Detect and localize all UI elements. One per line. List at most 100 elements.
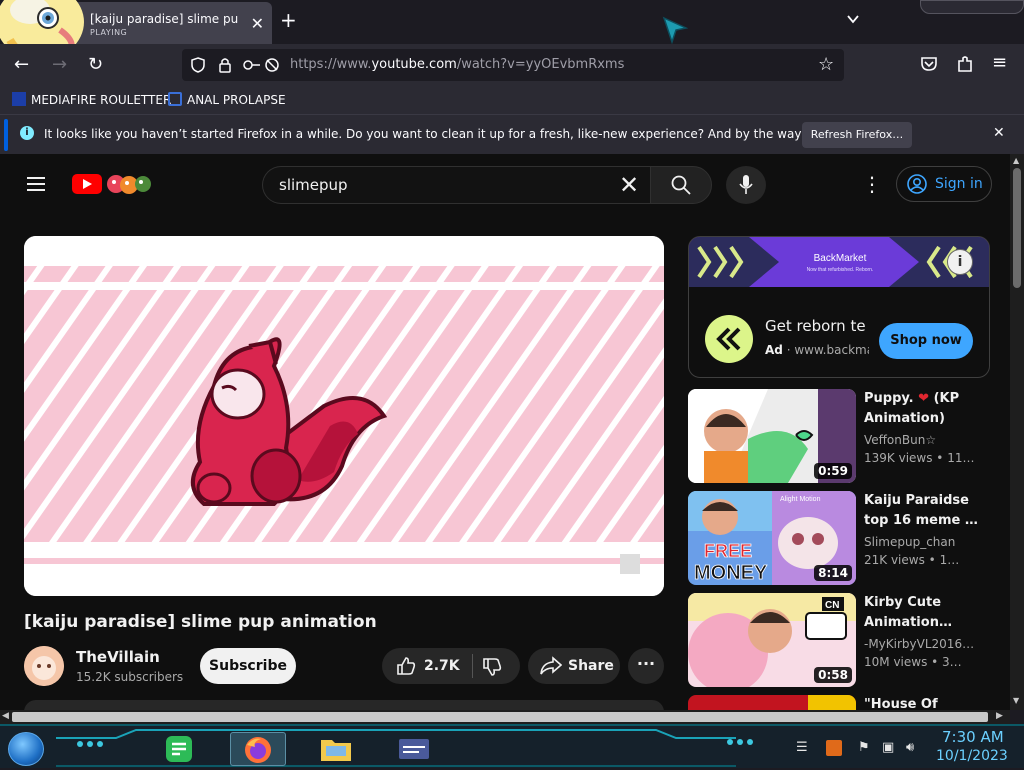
youtube-logo[interactable] bbox=[72, 174, 102, 194]
recommendation-title[interactable]: Kirby Cute Animation… bbox=[864, 593, 984, 633]
taskbar-app-notes[interactable] bbox=[152, 732, 208, 766]
search-button[interactable] bbox=[650, 166, 712, 204]
thumbnail-image bbox=[688, 695, 856, 710]
lock-icon[interactable] bbox=[218, 56, 232, 74]
youtube-doodle-logo[interactable] bbox=[106, 170, 154, 196]
account-icon bbox=[907, 174, 927, 194]
action-center-flag-icon[interactable]: ⚑ bbox=[858, 740, 870, 755]
voice-search-button[interactable] bbox=[726, 166, 766, 204]
scroll-up-arrow-icon[interactable]: ▲ bbox=[1013, 156, 1019, 165]
hamburger-menu-icon[interactable]: ≡ bbox=[992, 52, 1007, 73]
recommendation-channel[interactable]: -MyKirbyVL2016… bbox=[864, 637, 990, 651]
recommendation-thumbnail[interactable] bbox=[688, 695, 856, 710]
list-all-tabs-icon[interactable] bbox=[846, 12, 860, 26]
new-tab-button[interactable]: + bbox=[280, 8, 297, 32]
horizontal-scroll-thumb[interactable] bbox=[12, 712, 988, 722]
network-icon[interactable]: ▣ bbox=[882, 740, 894, 755]
more-actions-icon[interactable]: ··· bbox=[628, 648, 664, 684]
watermark-avatar bbox=[620, 554, 640, 574]
tray-app-icon[interactable] bbox=[826, 740, 842, 756]
bookmark-label: ANAL PROLAPSE bbox=[187, 93, 286, 107]
settings-kebab-icon[interactable]: ⋮ bbox=[862, 172, 882, 196]
scroll-left-arrow-icon[interactable]: ◀ bbox=[2, 711, 9, 721]
like-thumbs-up-icon[interactable] bbox=[396, 656, 416, 676]
channel-name[interactable]: TheVillain bbox=[76, 648, 160, 666]
ad-domain: www.backmarket.com bbox=[794, 343, 869, 357]
thumbnail-label: Alight Motion bbox=[780, 496, 821, 503]
recommendation-title[interactable]: "House Of bbox=[864, 695, 984, 710]
title-text: Kaiju Paraidse bbox=[864, 493, 969, 508]
ad-meta: Ad · www.backmarket.com bbox=[765, 343, 869, 357]
refresh-firefox-button[interactable]: Refresh Firefox… bbox=[802, 122, 912, 148]
view-count: 21K views bbox=[864, 553, 925, 567]
recommendation-thumbnail[interactable]: 0:59 bbox=[688, 389, 856, 483]
clock-time[interactable]: 7:30 AM bbox=[942, 728, 1004, 746]
recommendation-title[interactable]: Puppy. ❤ (KP Animation) bbox=[864, 389, 984, 429]
view-count: 139K views bbox=[864, 451, 933, 465]
recommendation-thumbnail[interactable]: Alight Motion FREE MONEY 8:14 bbox=[688, 491, 856, 585]
firefox-icon bbox=[245, 737, 271, 763]
scroll-right-arrow-icon[interactable]: ▶ bbox=[996, 711, 1003, 721]
recommendation-channel[interactable]: Slimepup_chan bbox=[864, 535, 990, 549]
recommendation-item[interactable]: "House Of bbox=[688, 695, 990, 710]
video-player[interactable] bbox=[24, 236, 664, 596]
youtube-guide-menu-icon[interactable] bbox=[26, 176, 46, 192]
horizontal-scrollbar[interactable]: ◀ ▶ bbox=[0, 710, 1010, 724]
description-box[interactable] bbox=[24, 700, 664, 710]
recommendation-item[interactable]: CN 0:58 Kirby Cute Animation… -MyKirbyVL2… bbox=[688, 593, 990, 687]
recommendation-thumbnail[interactable]: CN 0:58 bbox=[688, 593, 856, 687]
taskbar-app-window[interactable] bbox=[386, 732, 442, 766]
permissions-autoplay-icon[interactable] bbox=[242, 57, 282, 73]
bookmark-second[interactable]: ANAL PROLAPSE bbox=[168, 92, 286, 107]
ad-card[interactable]: BackMarket Now that refurbished. Reborn.… bbox=[688, 236, 990, 378]
scroll-down-arrow-icon[interactable]: ▼ bbox=[1013, 696, 1019, 705]
recommendation-item[interactable]: 0:59 Puppy. ❤ (KP Animation) VeffonBun☆ 1… bbox=[688, 389, 990, 483]
pocket-icon[interactable] bbox=[920, 56, 938, 72]
channel-avatar[interactable] bbox=[24, 646, 64, 686]
volume-icon[interactable]: 🔊︎ bbox=[906, 740, 914, 755]
bookmark-star-icon[interactable]: ☆ bbox=[818, 54, 834, 75]
taskbar: ☰ ⚑ ▣ 🔊︎ 7:30 AM 10/1/2023 bbox=[0, 724, 1024, 768]
forward-arrow-icon[interactable]: → bbox=[52, 54, 67, 75]
green-notes-app-icon bbox=[166, 736, 192, 762]
recommendation-title[interactable]: Kaiju Paraidse top 16 meme … bbox=[864, 491, 984, 531]
like-dislike-group: 2.7K bbox=[382, 648, 520, 684]
recommendation-item[interactable]: Alight Motion FREE MONEY 8:14 Kaiju Para… bbox=[688, 491, 990, 585]
video-frame-slime-pup bbox=[24, 236, 664, 596]
notification-bar: i It looks like you haven’t started Fire… bbox=[0, 114, 1024, 154]
taskbar-app-firefox[interactable] bbox=[230, 732, 286, 766]
subscribe-button[interactable]: Subscribe bbox=[200, 648, 296, 684]
ad-headline[interactable]: Get reborn tech bbox=[765, 317, 865, 335]
vertical-scrollbar[interactable]: ▲ ▼ bbox=[1010, 154, 1024, 710]
url-bar[interactable]: https://www.youtube.com/watch?v=yyOEvbmR… bbox=[182, 49, 844, 81]
bookmark-mediafire[interactable]: MEDIAFIRE ROULETTER bbox=[12, 92, 171, 107]
tray-network-lines-icon[interactable]: ☰ bbox=[796, 740, 808, 755]
video-duration: 0:58 bbox=[814, 667, 852, 683]
share-button[interactable]: Share bbox=[528, 648, 620, 684]
bookmark-favicon-icon bbox=[168, 92, 182, 106]
notification-close-icon[interactable]: ✕ bbox=[993, 125, 1005, 141]
ad-info-icon[interactable]: i bbox=[947, 249, 973, 275]
clock-date[interactable]: 10/1/2023 bbox=[936, 748, 1008, 764]
clear-search-icon[interactable]: ✕ bbox=[619, 171, 639, 199]
back-arrow-icon[interactable]: ← bbox=[14, 54, 29, 75]
start-button[interactable] bbox=[8, 732, 44, 766]
vertical-scroll-thumb[interactable] bbox=[1013, 168, 1021, 288]
reload-icon[interactable]: ↻ bbox=[88, 54, 103, 75]
tab-close-icon[interactable]: ✕ bbox=[251, 14, 264, 33]
dislike-thumbs-down-icon[interactable] bbox=[482, 657, 502, 677]
shop-now-button[interactable]: Shop now bbox=[879, 323, 973, 359]
search-input[interactable]: slimepup bbox=[279, 176, 348, 194]
taskbar-app-file-explorer[interactable] bbox=[308, 732, 364, 766]
mediafire-favicon-icon bbox=[12, 92, 26, 106]
url-prefix: https://www. bbox=[290, 57, 372, 72]
sign-in-button[interactable]: Sign in bbox=[896, 166, 992, 202]
recommendation-channel[interactable]: VeffonBun☆ bbox=[864, 433, 990, 447]
extensions-icon[interactable] bbox=[956, 55, 974, 73]
search-box[interactable]: slimepup ✕ bbox=[262, 166, 650, 204]
tracking-protection-shield-icon[interactable] bbox=[190, 57, 206, 73]
ad-tagline-text: Now that refurbished. Reborn. bbox=[807, 267, 874, 273]
title-text: top 16 meme … bbox=[864, 513, 978, 528]
info-icon: i bbox=[20, 126, 34, 140]
ad-advertiser-logo[interactable] bbox=[705, 315, 753, 363]
